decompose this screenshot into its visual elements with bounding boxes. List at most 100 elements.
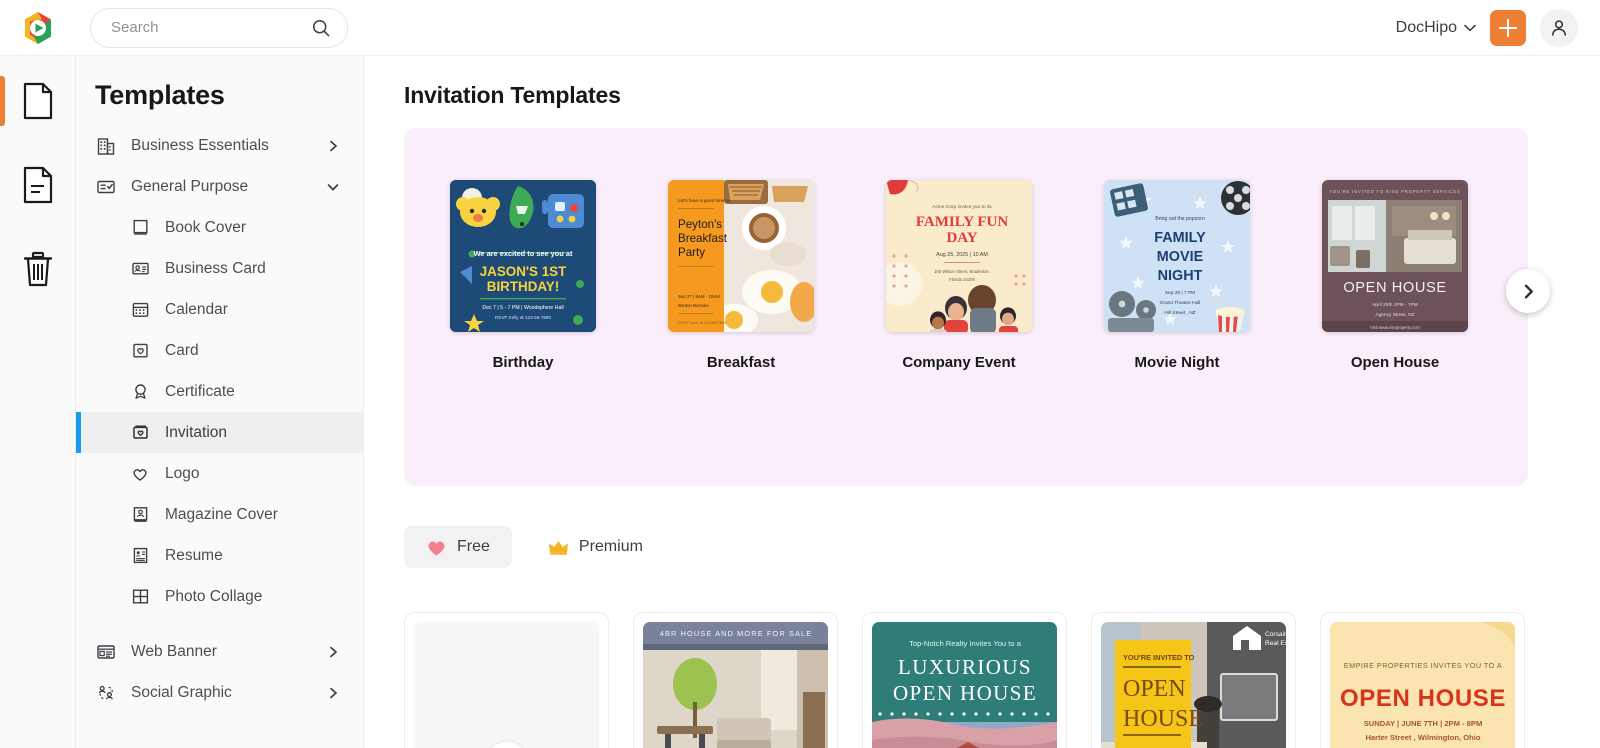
category-thumbnail[interactable]: We are excited to see you at JASON'S 1ST… [450, 180, 596, 332]
search-input[interactable] [111, 19, 311, 36]
chevron-down-icon[interactable] [327, 181, 339, 193]
thumb-line-5: Visit www.riseproperty.com [1370, 325, 1420, 330]
template-filters: Free Premium [404, 526, 665, 568]
grid-line-2: OPEN HOUSE [1340, 685, 1506, 712]
chevron-down-icon[interactable] [1464, 24, 1476, 32]
invitation-heart-icon [129, 422, 151, 444]
sidebar-item-logo[interactable]: Logo [76, 453, 363, 494]
resume-icon [129, 545, 151, 567]
filter-label: Free [457, 538, 490, 555]
text-document-icon [23, 166, 52, 204]
book-icon [129, 217, 151, 239]
category-card-open-house[interactable]: YOU'RE INVITED TO RISE PROPERTY SERVICES [1322, 180, 1468, 371]
sidebar-item-invitation[interactable]: Invitation [76, 412, 363, 453]
left-icon-rail [0, 56, 76, 748]
sidebar-item-card[interactable]: Card [76, 330, 363, 371]
category-card-movie-night[interactable]: Bring out the popcorn FAMILY MOVIE NIGHT… [1104, 180, 1250, 371]
category-carousel: We are excited to see you at JASON'S 1ST… [404, 128, 1550, 486]
template-preview[interactable]: YOU'RE INVITED TO OPEN HOUSE Corsair Rea… [1101, 622, 1286, 748]
grid-line-2: OPEN [1123, 676, 1186, 702]
app-logo[interactable] [0, 10, 76, 46]
search-box[interactable] [90, 7, 348, 48]
filter-free-button[interactable]: Free [404, 526, 512, 568]
category-thumbnail[interactable]: Acme Corp invites you to its FAMILY FUN … [886, 180, 1032, 332]
grid-card-template[interactable]: EMPIRE PROPERTIES INVITES YOU TO A OPEN … [1320, 612, 1525, 748]
grid-card-template[interactable]: YOU'RE INVITED TO OPEN HOUSE Corsair Rea… [1091, 612, 1296, 748]
grid-line-1: EMPIRE PROPERTIES INVITES YOU TO A [1344, 661, 1502, 670]
category-label: Open House [1350, 354, 1440, 371]
carousel-next-button[interactable] [1506, 269, 1550, 313]
trash-icon [23, 251, 52, 287]
thumb-line-3: April 25th 1PM - 7PM [1372, 302, 1418, 308]
sidebar-item-calendar[interactable]: Calendar [76, 289, 363, 330]
search-icon[interactable] [311, 18, 331, 38]
category-thumbnail[interactable]: Bring out the popcorn FAMILY MOVIE NIGHT… [1104, 180, 1250, 332]
sidebar-item-business-card[interactable]: Business Card [76, 248, 363, 289]
grid-card-template[interactable]: Top-Notch Realty Invites You to a LUXURI… [862, 612, 1067, 748]
sidebar-group-label: Business Essentials [131, 136, 269, 154]
chevron-right-icon[interactable] [327, 646, 339, 658]
sidebar-sublist-general-purpose: Book Cover Business Card Calendar Card C… [76, 207, 363, 617]
workspace-selector[interactable]: DocHipo [1396, 19, 1476, 37]
create-new-button[interactable] [1490, 9, 1526, 46]
birthday-thumb-art: We are excited to see you at JASON'S 1ST… [450, 180, 596, 332]
top-header: DocHipo [0, 0, 1600, 56]
blank-template-surface[interactable] [414, 622, 599, 748]
thumb-line-1: We are excited to see you at [474, 249, 573, 258]
rail-item-designs[interactable] [0, 74, 76, 128]
template-preview[interactable]: 4BR HOUSE AND MORE FOR SALE [643, 622, 828, 748]
thumb-line-4: Aug 25, 2025 | 10 AM [936, 252, 988, 258]
chevron-right-icon[interactable] [327, 140, 339, 152]
sidebar-item-magazine-cover[interactable]: Magazine Cover [76, 494, 363, 535]
sidebar-group-web-banner[interactable]: Web Banner [76, 631, 363, 672]
sidebar-group-business-essentials[interactable]: Business Essentials [76, 125, 363, 166]
corsair-thumb-art: YOU'RE INVITED TO OPEN HOUSE Corsair Rea… [1101, 622, 1286, 748]
rail-item-documents[interactable] [0, 158, 76, 212]
category-card-birthday[interactable]: We are excited to see you at JASON'S 1ST… [450, 180, 596, 371]
chevron-right-icon[interactable] [327, 687, 339, 699]
account-avatar-button[interactable] [1540, 8, 1578, 47]
workspace-name: DocHipo [1395, 18, 1457, 36]
header-actions: DocHipo [1396, 8, 1600, 47]
category-thumbnail[interactable]: YOU'RE INVITED TO RISE PROPERTY SERVICES [1322, 180, 1468, 332]
category-thumbnail[interactable]: Let's have a good time on Peyton's Break… [668, 180, 814, 332]
thumb-line-3: DAY [946, 230, 977, 246]
plus-icon[interactable] [483, 742, 530, 748]
sidebar-group-social-graphic[interactable]: Social Graphic [76, 672, 363, 713]
thumb-line-6: Florida 34208 [949, 277, 975, 282]
category-card-company-event[interactable]: Acme Corp invites you to its FAMILY FUN … [886, 180, 1032, 371]
sidebar-item-resume[interactable]: Resume [76, 535, 363, 576]
sidebar-item-label: Invitation [165, 423, 228, 441]
user-icon [1552, 19, 1566, 36]
sidebar-item-photo-collage[interactable]: Photo Collage [76, 576, 363, 617]
thumb-line-4: Agency Street, NZ [1375, 312, 1414, 318]
chevron-right-icon [1524, 284, 1533, 298]
thumb-line-7: RSVP Jane at 1234567890 [678, 320, 727, 325]
grid-card-blank[interactable] [404, 612, 609, 748]
sidebar-item-label: Photo Collage [165, 587, 263, 605]
grid-line-3: OPEN HOUSE [893, 681, 1037, 705]
category-label: Breakfast [706, 354, 776, 371]
movie-night-thumb-art: Bring out the popcorn FAMILY MOVIE NIGHT… [1104, 180, 1250, 332]
rail-item-trash[interactable] [0, 242, 76, 296]
category-card-breakfast[interactable]: Let's have a good time on Peyton's Break… [668, 180, 814, 371]
category-label: Company Event [902, 354, 1016, 371]
thumb-line-5: RSVP Kelly at 123-56-7890 [495, 315, 552, 320]
template-preview[interactable]: Top-Notch Realty Invites You to a LUXURI… [872, 622, 1057, 748]
filter-premium-button[interactable]: Premium [526, 526, 665, 568]
sidebar-item-label: Book Cover [165, 218, 246, 236]
sidebar-item-label: Logo [165, 464, 200, 482]
sidebar-item-label: Business Card [165, 259, 266, 277]
sidebar-item-label: Card [165, 341, 199, 359]
grid-card-template[interactable]: 4BR HOUSE AND MORE FOR SALE [633, 612, 838, 748]
sidebar-group-general-purpose[interactable]: General Purpose [76, 166, 363, 207]
thumb-line-7: Hill Street , NZ [1164, 310, 1195, 316]
calendar-icon [129, 299, 151, 321]
sidebar-item-book-cover[interactable]: Book Cover [76, 207, 363, 248]
sidebar-item-certificate[interactable]: Certificate [76, 371, 363, 412]
blank-document-icon [23, 82, 52, 120]
template-preview[interactable]: EMPIRE PROPERTIES INVITES YOU TO A OPEN … [1330, 622, 1515, 748]
thumb-line-2: OPEN HOUSE [1343, 280, 1446, 296]
templates-sidebar: Templates Business Essentials General Pu… [76, 56, 364, 748]
id-card-icon [129, 258, 151, 280]
